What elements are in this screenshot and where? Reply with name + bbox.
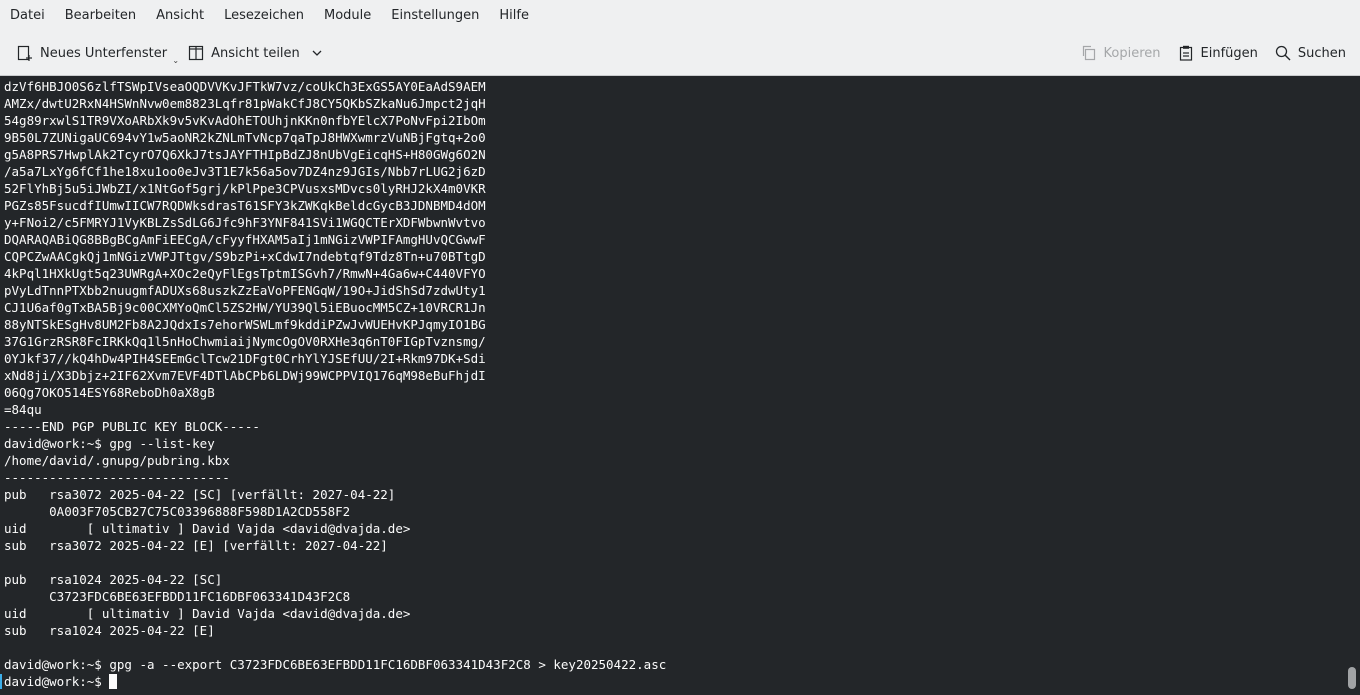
split-view-icon (188, 45, 204, 61)
copy-icon (1082, 45, 1095, 61)
search-icon (1275, 45, 1291, 61)
prompt-marker (0, 674, 2, 689)
terminal-line: pVyLdTnnPTXbb2nuugmfADUXs68uszkZzEaVoPFE… (4, 283, 486, 298)
menu-hilfe[interactable]: Hilfe (489, 0, 539, 31)
terminal-line: sub rsa1024 2025-04-22 [E] (4, 623, 215, 638)
terminal-line: C3723FDC6BE63EFBDD11FC16DBF063341D43F2C8 (4, 589, 351, 604)
menu-ansicht[interactable]: Ansicht (146, 0, 214, 31)
toolbar: Neues Unterfenster ⌄ Ansicht teilen Kopi… (0, 31, 1360, 76)
new-tab-dropdown-icon[interactable]: ⌄ (172, 57, 179, 65)
terminal-prompt-line[interactable]: david@work:~$ (4, 673, 118, 690)
terminal-line: 37G1GrzRSR8FcIRKkQq1l5nHoChwmiaijNymcOgO… (4, 334, 486, 349)
terminal-line: 4kPql1HXkUgt5q23UWRgA+XOc2eQyFlEgsTptmIS… (4, 266, 486, 281)
menu-lesezeichen[interactable]: Lesezeichen (214, 0, 314, 31)
terminal-line: /home/david/.gnupg/pubring.kbx (4, 453, 230, 468)
terminal-line: pub rsa3072 2025-04-22 [SC] [verfällt: 2… (4, 487, 396, 502)
menu-bar: Datei Bearbeiten Ansicht Lesezeichen Mod… (0, 0, 1360, 31)
terminal-line: uid [ ultimativ ] David Vajda <david@dva… (4, 521, 411, 536)
terminal-scrollbar[interactable] (1348, 76, 1356, 695)
prompt-text: david@work:~$ (4, 674, 110, 689)
terminal-line: =84qu (4, 402, 42, 417)
terminal-line: ------------------------------ (4, 470, 230, 485)
terminal-line: CQPCZwAACgkQj1mNGizVWPJTtgv/S9bzPi+xCdwI… (4, 249, 486, 264)
menu-datei[interactable]: Datei (0, 0, 55, 31)
paste-icon (1179, 45, 1192, 61)
terminal-line: david@work:~$ gpg -a --export C3723FDC6B… (4, 657, 667, 672)
terminal-line: 54g89rxwlS1TR9VXoARbXk9v5vKvAdOhETOUhjnK… (4, 113, 486, 128)
split-view-label: Ansicht teilen (211, 45, 300, 61)
search-label: Suchen (1297, 45, 1346, 61)
split-view-button[interactable]: Ansicht teilen (179, 36, 332, 70)
terminal-line: sub rsa3072 2025-04-22 [E] [verfällt: 20… (4, 538, 388, 553)
terminal-line: 06Qg7OKO514ESY68ReboDh0aX8gB (4, 385, 215, 400)
terminal-line: PGZs85FsucdfIUmwIICW7RQDWksdrasT61SFY3kZ… (4, 198, 486, 213)
terminal-output: dzVf6HBJO0S6zlfTSWpIVseaOQDVVKvJFTkW7vz/… (4, 78, 1334, 673)
terminal-line: g5A8PRS7HwplAk2TcyrO7Q6XkJ7tsJAYFTHIpBdZ… (4, 147, 486, 162)
menu-einstellungen[interactable]: Einstellungen (381, 0, 489, 31)
terminal-line: -----END PGP PUBLIC KEY BLOCK----- (4, 419, 260, 434)
terminal-line: xNd8ji/X3Dbjz+2IF62Xvm7EVF4DTlAbCPb6LDWj… (4, 368, 486, 383)
terminal-line: CJ1U6af0gTxBA5Bj9c00CXMYoQmCl5ZS2HW/YU39… (4, 300, 486, 315)
terminal-line: DQARAQABiQG8BBgBCgAmFiEECgA/cFyyfHXAM5aI… (4, 232, 486, 247)
paste-label: Einfügen (1200, 45, 1258, 61)
terminal-line: y+FNoi2/c5FMRYJ1VyKBLZsSdLG6Jfc9hF3YNF84… (4, 215, 486, 230)
terminal-line: 9B50L7ZUNigaUC694vY1w5aoNR2kZNLmTvNcp7qa… (4, 130, 486, 145)
terminal-line: /a5a7LxYg6fCf1he18xu1oo0eJv3T1E7k56a5ov7… (4, 164, 486, 179)
terminal-line: 88yNTSkESgHv8UM2Fb8A2JQdxIs7ehorWSWLmf9k… (4, 317, 486, 332)
new-tab-icon (17, 45, 32, 61)
chevron-down-icon[interactable] (310, 46, 324, 60)
new-tab-label: Neues Unterfenster (40, 45, 168, 61)
terminal-view[interactable]: dzVf6HBJO0S6zlfTSWpIVseaOQDVVKvJFTkW7vz/… (0, 76, 1360, 695)
search-button[interactable]: Suchen (1266, 36, 1354, 70)
terminal-line: dzVf6HBJO0S6zlfTSWpIVseaOQDVVKvJFTkW7vz/… (4, 79, 486, 94)
terminal-line: pub rsa1024 2025-04-22 [SC] (4, 572, 223, 587)
copy-button[interactable]: Kopieren (1072, 36, 1169, 70)
terminal-line: AMZx/dwtU2RxN4HSWnNvw0em8823Lqfr81pWakCf… (4, 96, 486, 111)
menu-module[interactable]: Module (314, 0, 381, 31)
paste-button[interactable]: Einfügen (1169, 36, 1266, 70)
terminal-line: 52FlYhBj5u5iJWbZI/x1NtGof5grj/kPlPpe3CPV… (4, 181, 486, 196)
menu-bearbeiten[interactable]: Bearbeiten (55, 0, 146, 31)
terminal-line: 0A003F705CB27C75C03396888F598D1A2CD558F2 (4, 504, 351, 519)
terminal-line: david@work:~$ gpg --list-key (4, 436, 215, 451)
copy-label: Kopieren (1103, 45, 1161, 61)
text-cursor (109, 674, 118, 689)
scrollbar-thumb[interactable] (1348, 667, 1356, 689)
terminal-line: 0YJkf37//kQ4hDw4PIH4SEEmGclTcw21DFgt0Crh… (4, 351, 486, 366)
terminal-line: uid [ ultimativ ] David Vajda <david@dva… (4, 606, 411, 621)
new-tab-button[interactable]: Neues Unterfenster ⌄ (8, 36, 179, 70)
